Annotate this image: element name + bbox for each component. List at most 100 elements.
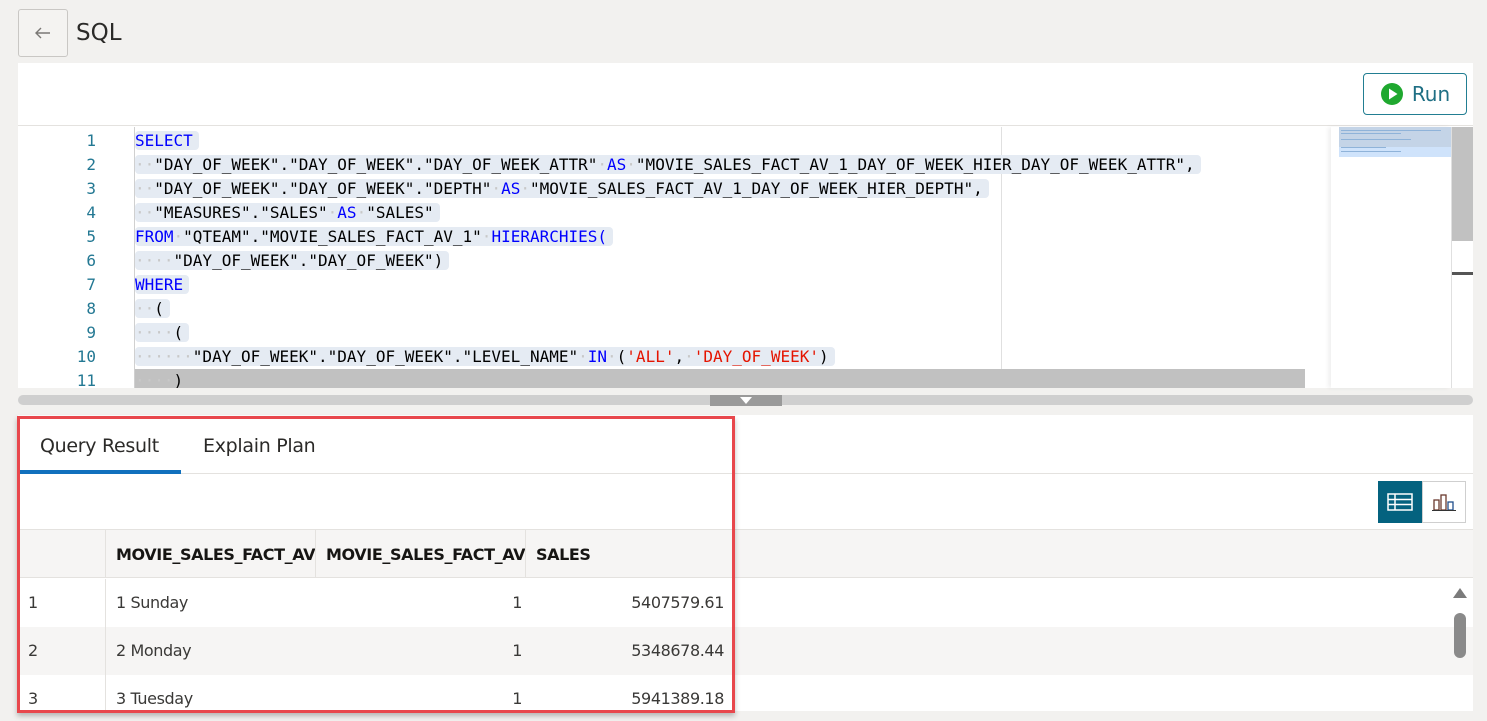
whitespace-marker: · bbox=[327, 203, 338, 222]
sql-keyword: AS bbox=[501, 179, 521, 198]
grid-vertical-scrollbar[interactable] bbox=[1447, 580, 1473, 711]
code-line: ··"MEASURES"."SALES"·AS·"SALES" bbox=[135, 201, 440, 225]
table-row[interactable]: 3 3 Tuesday 1 5941389.18 bbox=[18, 675, 1473, 711]
whitespace-marker: ·· bbox=[135, 203, 155, 222]
grid-icon bbox=[1387, 493, 1413, 511]
sql-token: ( bbox=[616, 347, 627, 366]
minimap-line bbox=[1341, 151, 1401, 152]
line-number: 9 bbox=[86, 323, 96, 342]
whitespace-marker: ···· bbox=[135, 323, 174, 342]
whitespace-marker: · bbox=[684, 347, 694, 366]
column-header[interactable]: MOVIE_SALES_FACT_AV_ bbox=[106, 530, 316, 578]
code-editor[interactable]: 1 SELECT 2 ··"DAY_OF_WEEK"."DAY_OF_WEEK"."D… bbox=[18, 127, 1331, 388]
code-line: ····"DAY_OF_WEEK"."DAY_OF_WEEK") bbox=[135, 249, 450, 273]
cell-depth: 1 bbox=[512, 641, 522, 660]
sql-keyword: FROM bbox=[135, 227, 174, 246]
line-number: 7 bbox=[86, 275, 96, 294]
cell-sales: 5348678.44 bbox=[631, 641, 724, 660]
sql-token: "DAY_OF_WEEK"."DAY_OF_WEEK") bbox=[173, 251, 444, 270]
line-number: 8 bbox=[86, 299, 96, 318]
code-line: ····) bbox=[135, 369, 190, 388]
results-tabs: Query Result Explain Plan bbox=[18, 415, 1473, 474]
cell-attr: 1 Sunday bbox=[116, 593, 188, 612]
back-button[interactable] bbox=[18, 9, 68, 57]
collapse-handle[interactable] bbox=[710, 395, 782, 406]
results-panel: Query Result Explain Plan MOVIE_SALES_FA… bbox=[18, 415, 1473, 711]
chart-view-button[interactable] bbox=[1422, 481, 1466, 523]
minimap-line bbox=[1341, 133, 1401, 134]
sql-string: 'DAY_OF_WEEK' bbox=[693, 347, 819, 366]
sql-token: "SALES" bbox=[366, 203, 434, 222]
cell-sales: 5941389.18 bbox=[631, 689, 724, 708]
code-line: ··( bbox=[135, 297, 170, 321]
sql-string: 'ALL' bbox=[626, 347, 675, 366]
run-button[interactable]: Run bbox=[1363, 73, 1467, 115]
table-row[interactable]: 1 1 Sunday 1 5407579.61 bbox=[18, 579, 1473, 627]
arrow-left-icon bbox=[35, 27, 50, 39]
sql-token: "MOVIE_SALES_FACT_AV_1_DAY_OF_WEEK_HIER_… bbox=[635, 155, 1195, 174]
whitespace-marker: · bbox=[520, 179, 530, 198]
whitespace-marker: · bbox=[173, 227, 184, 246]
code-line: SELECT bbox=[135, 129, 199, 153]
view-toggle bbox=[1378, 481, 1466, 523]
code-line: FROM·"QTEAM"."MOVIE_SALES_FACT_AV_1"·HIE… bbox=[135, 225, 614, 249]
line-number: 5 bbox=[86, 227, 96, 246]
whitespace-marker: · bbox=[491, 179, 502, 198]
editor-scroll-thumb[interactable] bbox=[1452, 127, 1473, 241]
line-number: 10 bbox=[76, 347, 96, 366]
minimap-line bbox=[1341, 147, 1386, 148]
cell-attr: 2 Monday bbox=[116, 641, 192, 660]
whitespace-marker: · bbox=[578, 347, 588, 366]
scroll-up-arrow-icon[interactable] bbox=[1453, 588, 1467, 598]
sql-token: "DAY_OF_WEEK"."DAY_OF_WEEK"."DAY_OF_WEEK… bbox=[154, 155, 598, 174]
sql-token: "MEASURES"."SALES" bbox=[154, 203, 328, 222]
sql-keyword: HIERARCHIES( bbox=[491, 227, 608, 246]
sql-token: ( bbox=[154, 299, 164, 318]
whitespace-marker: ·· bbox=[135, 179, 155, 198]
editor-vertical-scrollbar[interactable] bbox=[1451, 127, 1473, 388]
sql-keyword: IN bbox=[587, 347, 608, 366]
sql-token: ( bbox=[173, 323, 184, 342]
results-grid: MOVIE_SALES_FACT_AV_ MOVIE_SALES_FACT_AV… bbox=[18, 529, 1473, 711]
sql-keyword: WHERE bbox=[135, 275, 184, 294]
code-line: WHERE bbox=[135, 273, 190, 297]
page-title: SQL bbox=[76, 20, 122, 46]
line-number: 3 bbox=[86, 179, 96, 198]
minimap-line bbox=[1341, 139, 1411, 140]
run-label: Run bbox=[1411, 82, 1451, 106]
table-row[interactable]: 2 2 Monday 1 5348678.44 bbox=[18, 627, 1473, 675]
minimap[interactable] bbox=[1331, 127, 1451, 388]
grid-scroll-thumb[interactable] bbox=[1454, 613, 1466, 658]
tab-explain-plan[interactable]: Explain Plan bbox=[181, 415, 337, 474]
whitespace-marker: · bbox=[626, 155, 636, 174]
line-number: 1 bbox=[86, 131, 96, 150]
panel-splitter[interactable] bbox=[18, 395, 1473, 406]
sql-token: "DAY_OF_WEEK"."DAY_OF_WEEK"."LEVEL_NAME" bbox=[192, 347, 579, 366]
code-line: ··"DAY_OF_WEEK"."DAY_OF_WEEK"."DEPTH"·AS… bbox=[135, 177, 989, 201]
sql-token: "DAY_OF_WEEK"."DAY_OF_WEEK"."DEPTH" bbox=[154, 179, 492, 198]
sql-token: ) bbox=[818, 347, 829, 366]
grid-header: MOVIE_SALES_FACT_AV_ MOVIE_SALES_FACT_AV… bbox=[18, 530, 1473, 578]
tab-query-result[interactable]: Query Result bbox=[18, 415, 181, 474]
whitespace-marker: ·· bbox=[135, 155, 155, 174]
cell-depth: 1 bbox=[512, 593, 522, 612]
table-view-button[interactable] bbox=[1378, 481, 1422, 523]
column-header[interactable]: MOVIE_SALES_FACT_AV_ bbox=[316, 530, 526, 578]
caret-down-icon bbox=[740, 397, 752, 404]
line-number: 11 bbox=[76, 371, 96, 388]
whitespace-marker: · bbox=[481, 227, 492, 246]
sql-token: "QTEAM"."MOVIE_SALES_FACT_AV_1" bbox=[183, 227, 482, 246]
code-line: ··"DAY_OF_WEEK"."DAY_OF_WEEK"."DAY_OF_WE… bbox=[135, 153, 1201, 177]
line-number: 6 bbox=[86, 251, 96, 270]
whitespace-marker: ·· bbox=[173, 347, 193, 366]
row-number: 3 bbox=[18, 675, 106, 711]
editor-toolbar: Run bbox=[18, 63, 1473, 126]
whitespace-marker: · bbox=[607, 347, 617, 366]
sql-keyword: AS bbox=[607, 155, 627, 174]
column-header[interactable]: SALES bbox=[526, 530, 728, 578]
whitespace-marker: · bbox=[597, 155, 608, 174]
whitespace-marker: ·· bbox=[135, 299, 155, 318]
cursor-marker bbox=[1452, 272, 1473, 275]
row-number: 2 bbox=[18, 627, 106, 675]
row-number: 1 bbox=[18, 579, 106, 627]
